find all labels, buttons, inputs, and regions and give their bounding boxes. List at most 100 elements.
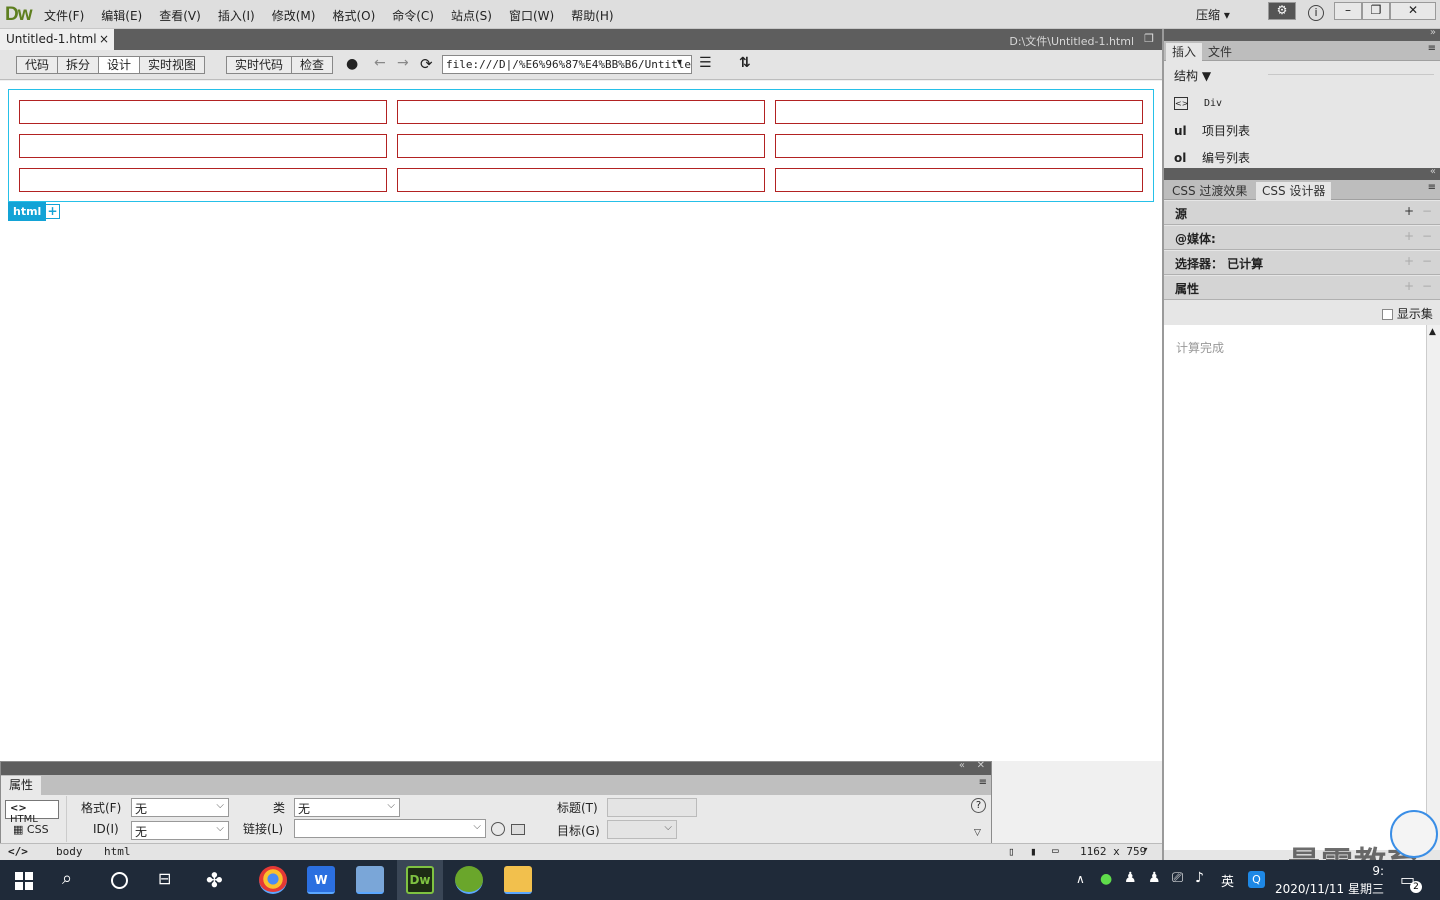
menu-window[interactable]: 窗口(W)	[509, 7, 554, 24]
add-icon[interactable]: +	[1404, 229, 1414, 243]
menu-help[interactable]: 帮助(H)	[571, 7, 613, 24]
workspace-switcher[interactable]: 压缩 ▾	[1196, 6, 1230, 23]
wps-icon[interactable]: W	[307, 866, 335, 894]
class-select[interactable]: 无 ⌵	[294, 798, 400, 817]
title-input[interactable]	[607, 798, 697, 817]
file-management-icon[interactable]: ⇅	[739, 55, 751, 71]
design-canvas[interactable]: html +	[0, 81, 1162, 761]
restore-button[interactable]: ❐	[1362, 2, 1390, 20]
windows-start-icon[interactable]	[15, 872, 33, 890]
expand-icon[interactable]: ▽	[974, 828, 981, 838]
menu-site[interactable]: 站点(S)	[451, 7, 492, 24]
menu-edit[interactable]: 编辑(E)	[101, 7, 142, 24]
css-mode-button[interactable]: ▦ CSS	[13, 823, 49, 836]
back-arrow-icon[interactable]: ←	[374, 55, 386, 71]
menu-format[interactable]: 格式(O)	[332, 7, 375, 24]
wechat-icon[interactable]: ●	[1100, 871, 1112, 887]
network-icon[interactable]: ⎚	[1172, 870, 1183, 886]
tray-chevron-up-icon[interactable]: ∧	[1076, 872, 1085, 886]
mobile-size-icon[interactable]: ▯	[1008, 845, 1015, 858]
split-view-button[interactable]: 拆分	[57, 56, 100, 74]
menu-insert[interactable]: 插入(I)	[218, 7, 255, 24]
minimize-button[interactable]: –	[1334, 2, 1362, 20]
menu-view[interactable]: 查看(V)	[159, 7, 201, 24]
tablet-size-icon[interactable]: ▮	[1030, 845, 1037, 858]
collapse-icon[interactable]: «	[959, 760, 965, 771]
add-class-button[interactable]: +	[45, 204, 60, 219]
window-size[interactable]: 1162 x 759	[1080, 845, 1146, 858]
tab-files[interactable]: 文件	[1202, 43, 1238, 61]
link-input[interactable]: ⌵	[294, 819, 486, 838]
document-tab[interactable]: Untitled-1.html ×	[0, 29, 114, 50]
tab-insert[interactable]: 插入	[1166, 43, 1203, 61]
forward-arrow-icon[interactable]: →	[397, 55, 409, 71]
sync-settings-icon[interactable]: ⚙	[1268, 2, 1296, 20]
live-code-button[interactable]: 实时代码	[226, 56, 293, 74]
info-icon[interactable]: i	[1308, 5, 1324, 21]
inspect-button[interactable]: 检查	[291, 56, 334, 74]
section-selectors[interactable]: 选择器： 已计算 + −	[1164, 251, 1440, 275]
insert-div[interactable]: <> Div	[1174, 95, 1222, 110]
assistant-avatar-icon[interactable]	[1390, 810, 1438, 858]
code-view-button[interactable]: 代码	[16, 56, 59, 74]
panel-menu-icon[interactable]: ≡	[1428, 182, 1436, 193]
table-cell[interactable]	[19, 134, 387, 158]
file-explorer-icon[interactable]	[504, 866, 532, 894]
remove-icon[interactable]: −	[1422, 254, 1432, 268]
point-to-file-icon[interactable]	[491, 822, 505, 836]
add-icon[interactable]: +	[1404, 254, 1414, 268]
tag-selector-html[interactable]: html	[104, 845, 131, 858]
panel-menu-icon[interactable]: ≡	[1428, 43, 1436, 54]
cortana-icon[interactable]	[111, 872, 128, 889]
table-cell[interactable]	[397, 168, 765, 192]
volume-icon[interactable]: ♪	[1195, 870, 1204, 886]
collapse-icon[interactable]: »	[1430, 27, 1436, 38]
table-outline[interactable]	[8, 89, 1154, 202]
section-properties[interactable]: 属性 + −	[1164, 276, 1440, 300]
html-mode-button[interactable]: <> HTML	[5, 800, 59, 825]
menu-file[interactable]: 文件(F)	[44, 7, 84, 24]
insert-ul[interactable]: ul 项目列表	[1174, 122, 1250, 139]
restore-doc-icon[interactable]: ❐	[1144, 32, 1154, 45]
menu-commands[interactable]: 命令(C)	[392, 7, 434, 24]
section-sources[interactable]: 源 + −	[1164, 201, 1440, 225]
remove-icon[interactable]: −	[1422, 204, 1432, 218]
table-cell[interactable]	[397, 134, 765, 158]
qq-icon[interactable]: ♟	[1148, 870, 1161, 886]
task-view-icon[interactable]: ⊟	[158, 869, 171, 888]
qq-browser-icon[interactable]: Q	[1248, 871, 1265, 888]
panel-menu-icon[interactable]: ≡	[979, 777, 987, 788]
refresh-icon[interactable]: ⟳	[420, 55, 433, 73]
dreamweaver-icon[interactable]: Dw	[406, 866, 434, 894]
table-cell[interactable]	[775, 134, 1143, 158]
design-view-button[interactable]: 设计	[98, 56, 141, 74]
chrome-icon[interactable]	[259, 866, 287, 894]
close-icon[interactable]: ✕	[977, 760, 985, 771]
search-icon[interactable]: ⌕	[62, 868, 72, 889]
section-media[interactable]: @媒体: + −	[1164, 226, 1440, 250]
table-cell[interactable]	[775, 168, 1143, 192]
visual-aids-icon[interactable]: ☰	[699, 55, 712, 71]
remove-icon[interactable]: −	[1422, 279, 1432, 293]
menu-modify[interactable]: 修改(M)	[272, 7, 316, 24]
insert-category[interactable]: 结构 ▼	[1174, 67, 1211, 84]
table-cell[interactable]	[775, 100, 1143, 124]
browser-preview-icon[interactable]: ●	[346, 56, 358, 72]
tab-css-transitions[interactable]: CSS 过渡效果	[1166, 182, 1253, 200]
input-language[interactable]: 英	[1221, 871, 1234, 890]
element-tag-label[interactable]: html	[8, 202, 47, 221]
address-dropdown-icon[interactable]: ▾	[677, 57, 682, 68]
green-app-icon[interactable]	[455, 866, 483, 894]
close-window-button[interactable]: ✕	[1390, 2, 1436, 20]
table-cell[interactable]	[397, 100, 765, 124]
tab-css-designer[interactable]: CSS 设计器	[1256, 182, 1332, 200]
scroll-up-icon[interactable]: ▲	[1429, 327, 1436, 337]
address-input[interactable]: file:///D|/%E6%96%87%E4%BB%B6/Untitled	[442, 55, 692, 74]
notepad-icon[interactable]	[356, 866, 384, 894]
id-select[interactable]: 无 ⌵	[131, 821, 229, 840]
insert-ol[interactable]: ol 编号列表	[1174, 149, 1250, 166]
code-navigator-icon[interactable]: </>	[8, 845, 28, 858]
add-icon[interactable]: +	[1404, 279, 1414, 293]
folder-icon[interactable]	[511, 824, 525, 835]
close-tab-icon[interactable]: ×	[99, 32, 109, 46]
